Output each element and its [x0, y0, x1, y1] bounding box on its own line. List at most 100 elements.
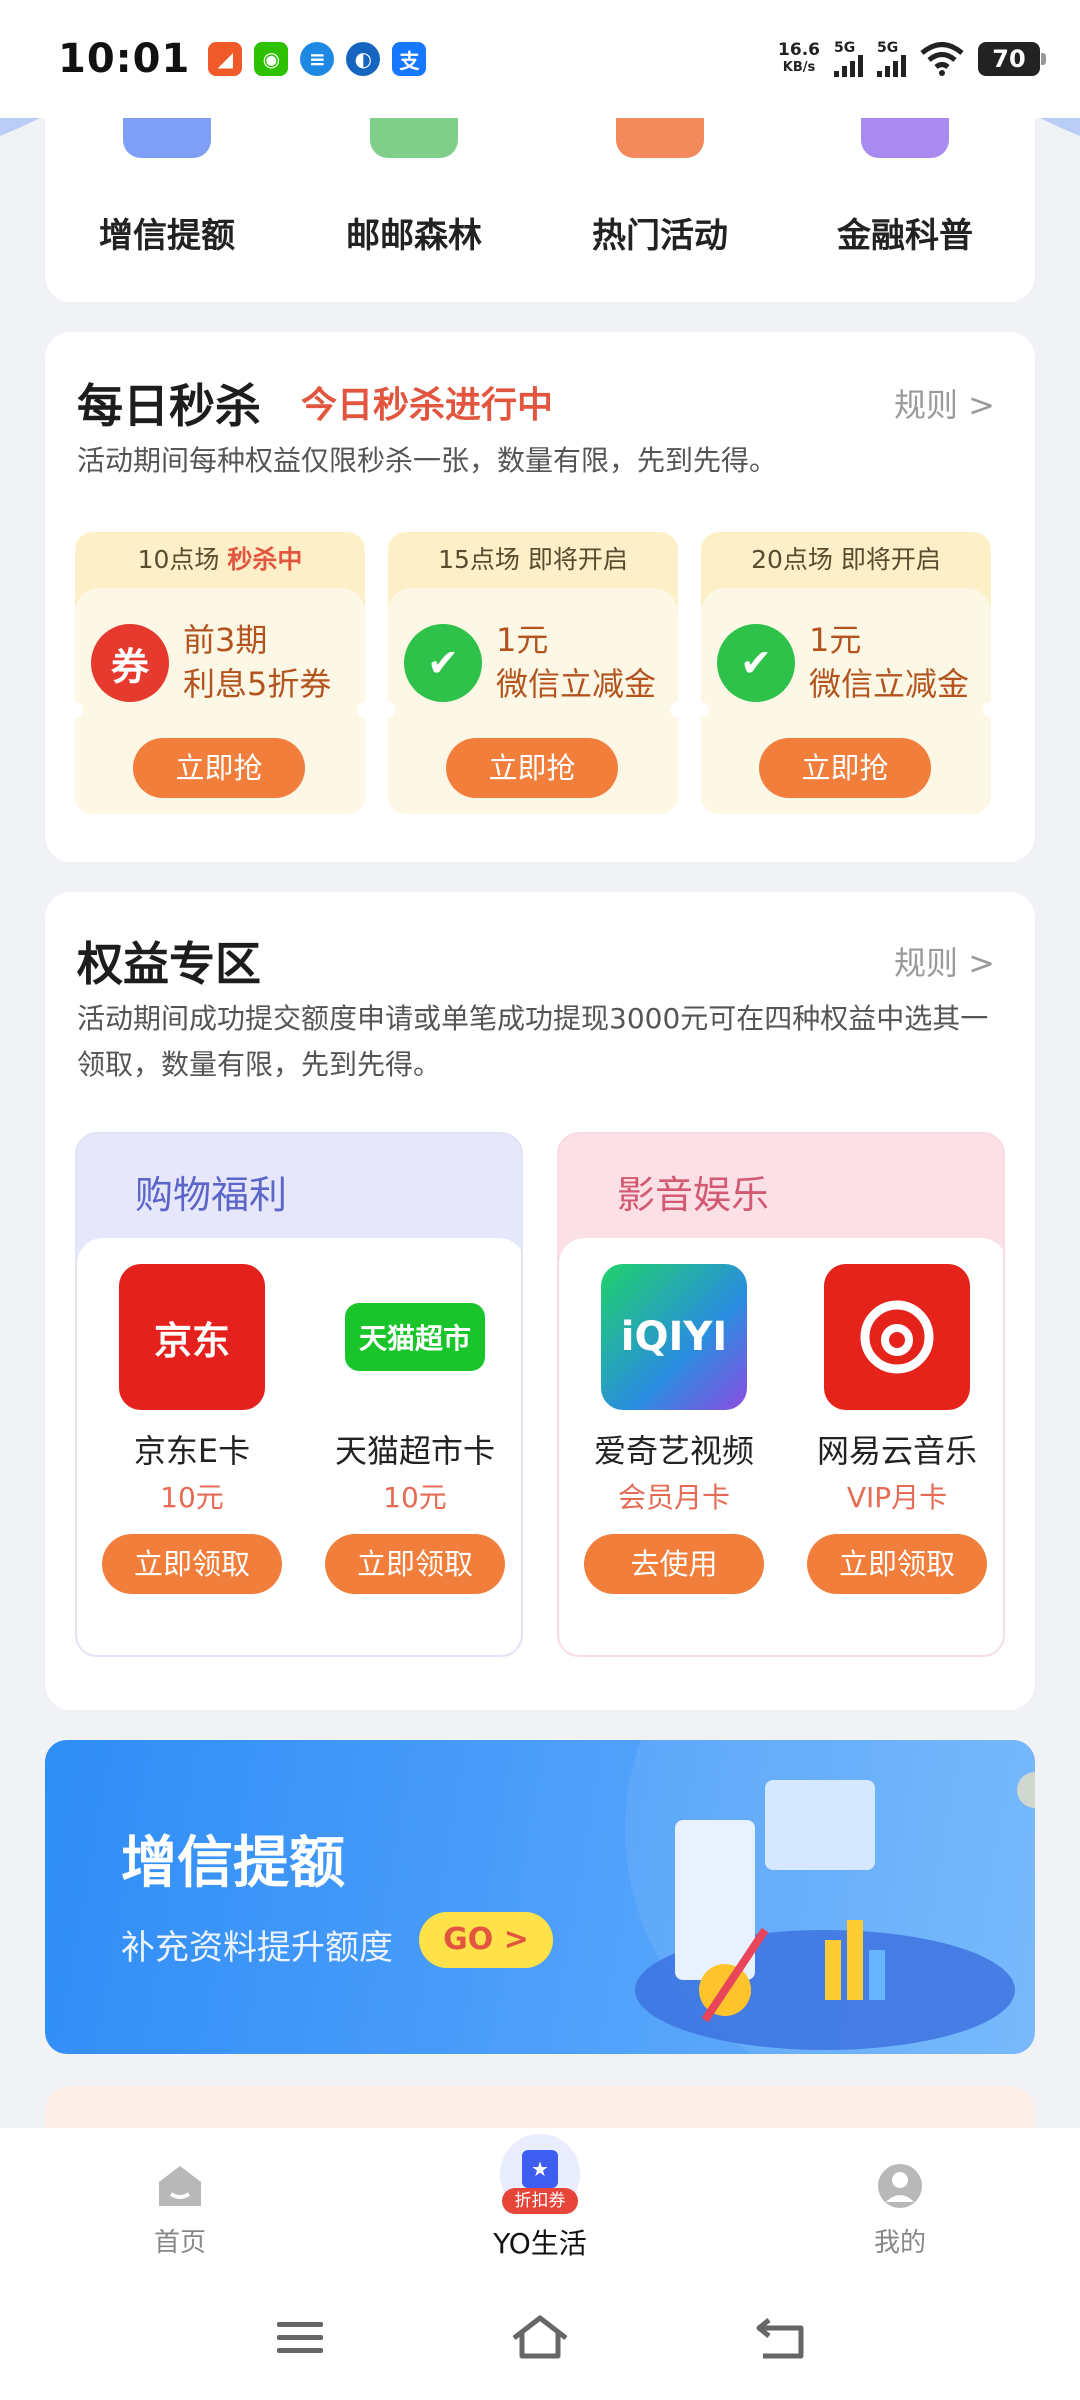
reward-line2: 微信立减金	[809, 665, 970, 703]
back-icon[interactable]	[755, 2316, 805, 2360]
wechat-pay-icon: ✔	[717, 624, 795, 702]
discount-badge: 折扣券	[502, 2188, 578, 2214]
flash-session-20: 20点场 即将开启 ✔ 1元微信立减金 立即抢	[701, 532, 991, 814]
session-time: 15点场	[438, 545, 520, 574]
quick-menu-label: 增信提额	[99, 216, 235, 256]
go-button[interactable]: GO >	[419, 1912, 553, 1968]
session-status: 秒杀中	[227, 545, 303, 574]
benefit-value: VIP月卡	[846, 1481, 948, 1514]
wifi-icon	[920, 42, 964, 76]
panel-title: 影音娱乐	[617, 1173, 770, 1217]
benefit-value: 会员月卡	[617, 1481, 730, 1514]
credit-icon	[123, 118, 211, 158]
app-icon: ◐	[346, 42, 381, 76]
status-bar: 10:01 ◢ ◉ ≡ ◐ 支 16.6 KB/s 5G 5G 70	[0, 0, 1080, 118]
flash-sale-desc: 活动期间每种权益仅限秒杀一张，数量有限，先到先得。	[77, 444, 778, 477]
banner-subtitle: 补充资料提升额度	[121, 1928, 393, 1968]
benefits-card: 权益专区 规则 > 活动期间成功提交额度申请或单笔成功提现3000元可在四种权益…	[45, 892, 1035, 1710]
use-button[interactable]: 去使用	[584, 1534, 764, 1594]
flash-session-10: 10点场 秒杀中 券 前3期利息5折券 立即抢	[75, 532, 365, 814]
reward-line1: 前3期	[183, 621, 268, 659]
coupon-icon: 券	[91, 624, 169, 702]
system-navigation-bar	[0, 2278, 1080, 2400]
alipay-icon: 支	[392, 42, 427, 76]
tab-label: YO生活	[493, 2227, 587, 2260]
benefit-tmall-card[interactable]: 天猫超市 天猫超市卡 10元 立即领取	[320, 1264, 510, 1594]
session-time: 20点场	[751, 545, 833, 574]
banner-illustration	[625, 1740, 1035, 2054]
iqiyi-logo-icon: iQIYI	[601, 1264, 747, 1410]
bottom-tab-bar: 首页 ★ 折扣券 YO生活 我的	[0, 2128, 1080, 2278]
menu-icon[interactable]	[275, 2318, 325, 2358]
grab-button[interactable]: 立即抢	[446, 738, 618, 798]
credit-boost-banner[interactable]: 增信提额 补充资料提升额度 GO >	[45, 1740, 1035, 2054]
jd-logo-icon: 京东	[119, 1264, 265, 1410]
signal-2-icon: 5G	[877, 41, 906, 77]
message-icon: ≡	[300, 42, 335, 76]
flash-sale-status: 今日秒杀进行中	[301, 385, 554, 426]
reward-line1: 1元	[496, 621, 549, 659]
benefits-rules-link[interactable]: 规则 >	[894, 938, 995, 984]
benefit-value: 10元	[383, 1481, 447, 1514]
claim-button[interactable]: 立即领取	[325, 1534, 505, 1594]
wechat-pay-icon: ✔	[404, 624, 482, 702]
benefit-netease-card[interactable]: 网易云音乐 VIP月卡 立即领取	[802, 1264, 992, 1594]
reward-line1: 1元	[809, 621, 862, 659]
profile-icon	[878, 2164, 922, 2208]
benefit-value: 10元	[160, 1481, 224, 1514]
shopping-bag-icon: ★ 折扣券	[500, 2134, 580, 2214]
clock: 10:01	[58, 36, 191, 82]
session-status: 即将开启	[527, 545, 628, 574]
battery-icon: 70	[978, 42, 1046, 76]
flash-sale-card: 每日秒杀 今日秒杀进行中 规则 > 活动期间每种权益仅限秒杀一张，数量有限，先到…	[45, 332, 1035, 862]
benefits-desc: 活动期间成功提交额度申请或单笔成功提现3000元可在四种权益中选其一领取，数量有…	[77, 1002, 989, 1081]
benefit-iqiyi-card[interactable]: iQIYI 爱奇艺视频 会员月卡 去使用	[579, 1264, 769, 1594]
flash-session-15: 15点场 即将开启 ✔ 1元微信立减金 立即抢	[388, 532, 678, 814]
finance-icon	[861, 118, 949, 158]
benefit-name: 网易云音乐	[816, 1432, 977, 1470]
benefit-jd-card[interactable]: 京东 京东E卡 10元 立即领取	[97, 1264, 287, 1594]
claim-button[interactable]: 立即领取	[807, 1534, 987, 1594]
tmall-logo-icon: 天猫超市	[342, 1264, 488, 1410]
app-notification-icon: ◢	[208, 42, 243, 76]
forest-icon	[370, 118, 458, 158]
flash-sale-rules-link[interactable]: 规则 >	[894, 380, 995, 426]
tab-yo-life[interactable]: ★ 折扣券 YO生活	[460, 2134, 620, 2262]
netease-music-logo-icon	[824, 1264, 970, 1410]
quick-menu-label: 金融科普	[837, 216, 973, 256]
tab-home[interactable]: 首页	[100, 2162, 260, 2259]
tab-label: 我的	[873, 2228, 926, 2258]
session-time: 10点场	[137, 545, 220, 574]
benefit-name: 京东E卡	[133, 1432, 251, 1470]
grab-button[interactable]: 立即抢	[133, 738, 305, 798]
shopping-panel: 购物福利 京东 京东E卡 10元 立即领取 天猫超市 天猫超市卡 10元 立即领…	[75, 1132, 523, 1657]
reward-line2: 微信立减金	[496, 665, 657, 703]
wechat-icon: ◉	[254, 42, 289, 76]
flash-sale-title: 每日秒杀	[77, 379, 261, 433]
tab-mine[interactable]: 我的	[820, 2162, 980, 2259]
quick-menu-label: 热门活动	[592, 216, 728, 256]
activity-icon	[616, 118, 704, 158]
quick-menu-label: 邮邮森林	[346, 216, 482, 256]
banner-title: 增信提额	[121, 1831, 345, 1896]
benefits-title: 权益专区	[77, 937, 261, 991]
quick-menu-activity[interactable]: 热门活动	[550, 118, 770, 257]
claim-button[interactable]: 立即领取	[102, 1534, 282, 1594]
benefit-name: 爱奇艺视频	[593, 1432, 754, 1470]
notification-icons: ◢ ◉ ≡ ◐ 支	[208, 42, 427, 76]
signal-1-icon: 5G	[834, 41, 863, 77]
home-icon	[159, 2166, 201, 2206]
tab-label: 首页	[153, 2228, 206, 2258]
quick-menu-credit[interactable]: 增信提额	[57, 118, 277, 257]
quick-menu-card: 增信提额 邮邮森林 热门活动 金融科普	[45, 118, 1035, 302]
benefit-name: 天猫超市卡	[334, 1432, 495, 1470]
home-nav-icon[interactable]	[510, 2314, 570, 2360]
network-speed: 16.6 KB/s	[778, 40, 820, 75]
session-status: 即将开启	[840, 545, 941, 574]
entertainment-panel: 影音娱乐 iQIYI 爱奇艺视频 会员月卡 去使用 网易云音乐 VIP月卡 立即…	[557, 1132, 1005, 1657]
quick-menu-forest[interactable]: 邮邮森林	[304, 118, 524, 257]
quick-menu-finance[interactable]: 金融科普	[795, 118, 1015, 257]
reward-line2: 利息5折券	[183, 665, 332, 703]
grab-button[interactable]: 立即抢	[759, 738, 931, 798]
panel-title: 购物福利	[135, 1173, 288, 1217]
